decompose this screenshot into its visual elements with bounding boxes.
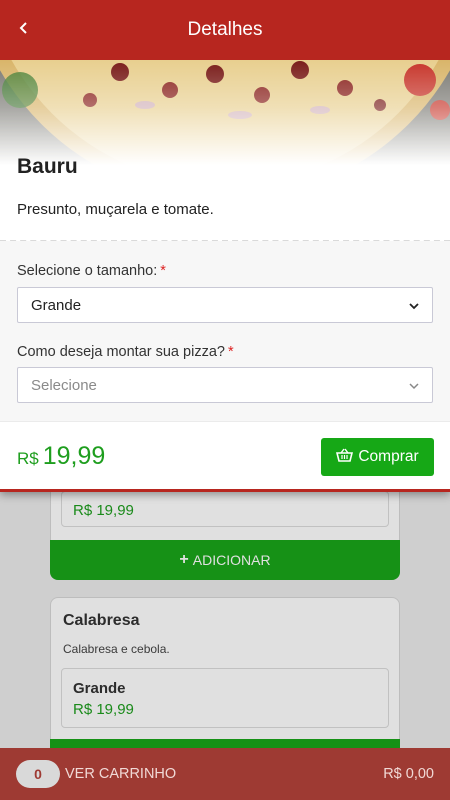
product-description: Presunto, muçarela e tomate. bbox=[17, 201, 214, 218]
mount-label-text: Como deseja montar sua pizza? bbox=[17, 344, 225, 360]
mount-label: Como deseja montar sua pizza? * bbox=[17, 344, 234, 360]
page-title: Detalhes bbox=[187, 19, 263, 40]
size-label: Selecione o tamanho: * bbox=[17, 263, 166, 279]
basket-icon bbox=[336, 448, 358, 467]
buy-button-label: Comprar bbox=[358, 448, 419, 465]
product-name: Bauru bbox=[17, 155, 78, 178]
chevron-down-icon bbox=[408, 379, 420, 397]
mount-select[interactable]: Selecione bbox=[17, 367, 433, 403]
buy-button[interactable]: Comprar bbox=[321, 438, 434, 476]
cart-total: R$ 0,00 bbox=[383, 766, 434, 782]
required-mark: * bbox=[227, 344, 234, 360]
required-mark: * bbox=[160, 263, 166, 279]
size-select-value: Grande bbox=[31, 297, 82, 314]
cart-count-badge: 0 bbox=[16, 760, 60, 788]
chevron-down-icon bbox=[408, 299, 420, 317]
mount-select-placeholder: Selecione bbox=[31, 377, 97, 394]
product-detail-modal: Bauru Presunto, muçarela e tomate. Selec… bbox=[0, 60, 450, 492]
price-value: 19,99 bbox=[42, 442, 106, 470]
purchase-row: R$ 19,99 Comprar bbox=[0, 421, 450, 489]
pizza-image bbox=[0, 60, 450, 165]
image-fade bbox=[0, 60, 450, 165]
price-currency: R$ bbox=[17, 449, 39, 468]
app-header: Detalhes bbox=[0, 0, 450, 60]
view-cart-label: VER CARRINHO bbox=[65, 766, 177, 782]
cart-bar[interactable]: 0 VER CARRINHO R$ 0,00 bbox=[0, 748, 450, 800]
price: R$ 19,99 bbox=[17, 442, 105, 471]
size-label-text: Selecione o tamanho: bbox=[17, 263, 158, 279]
options-section: Selecione o tamanho: * Grande Como deseja… bbox=[0, 241, 450, 421]
size-select[interactable]: Grande bbox=[17, 287, 433, 323]
